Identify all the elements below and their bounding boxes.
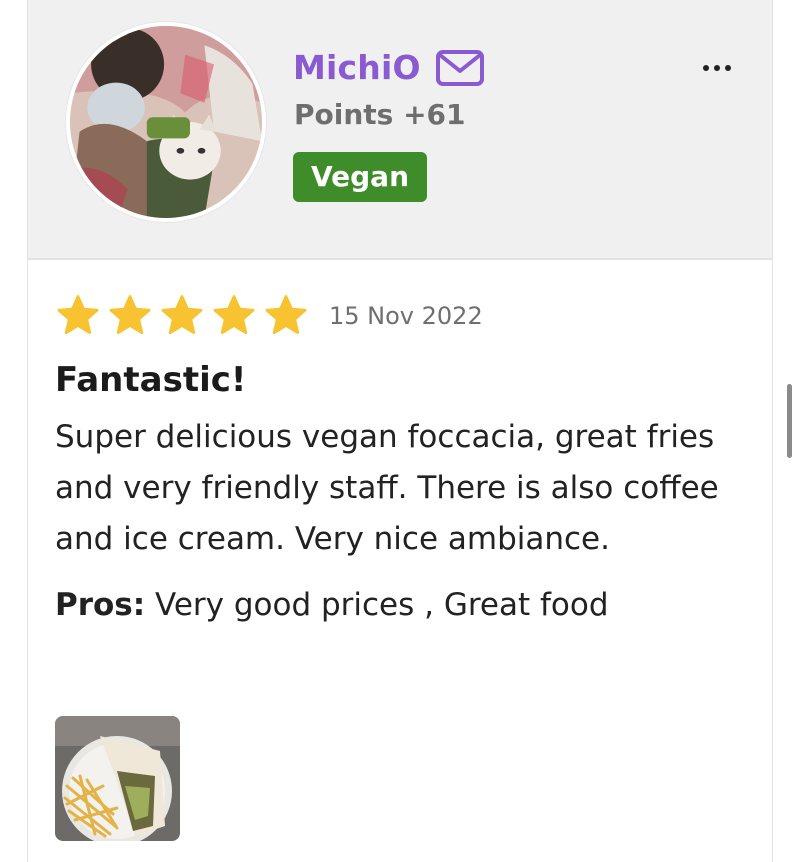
more-dots-icon xyxy=(703,65,709,71)
pros-label: Pros: xyxy=(55,587,146,623)
user-avatar[interactable] xyxy=(66,22,266,222)
review-card: MichiO Points +61 Vegan 15 Nov 2022 Fant… xyxy=(27,0,773,862)
username-row: MichiO xyxy=(293,48,485,87)
review-date: 15 Nov 2022 xyxy=(329,302,483,330)
page-scrollbar[interactable] xyxy=(787,384,792,458)
food-photo-icon xyxy=(55,716,180,841)
review-content: 15 Nov 2022 Fantastic! Super delicious v… xyxy=(55,290,745,623)
star-icon xyxy=(107,293,153,339)
pros-text: Very good prices , Great food xyxy=(155,587,609,623)
star-rating xyxy=(55,293,309,339)
star-icon xyxy=(55,293,101,339)
username-link[interactable]: MichiO xyxy=(293,48,421,87)
avatar-photo-icon xyxy=(70,26,262,218)
vegan-status-badge: Vegan xyxy=(293,152,427,202)
reviewer-header: MichiO Points +61 Vegan xyxy=(28,0,772,260)
star-icon xyxy=(211,293,257,339)
star-icon xyxy=(263,293,309,339)
star-icon xyxy=(159,293,205,339)
more-options-button[interactable] xyxy=(693,56,741,80)
user-points: Points +61 xyxy=(294,98,466,131)
review-title: Fantastic! xyxy=(55,360,247,400)
review-text: Super delicious vegan foccacia, great fr… xyxy=(55,419,719,557)
review-pros: Pros: Very good prices , Great food xyxy=(55,587,745,623)
mail-icon[interactable] xyxy=(435,49,485,87)
rating-row: 15 Nov 2022 xyxy=(55,290,745,342)
review-photo-thumbnail[interactable] xyxy=(55,716,180,841)
